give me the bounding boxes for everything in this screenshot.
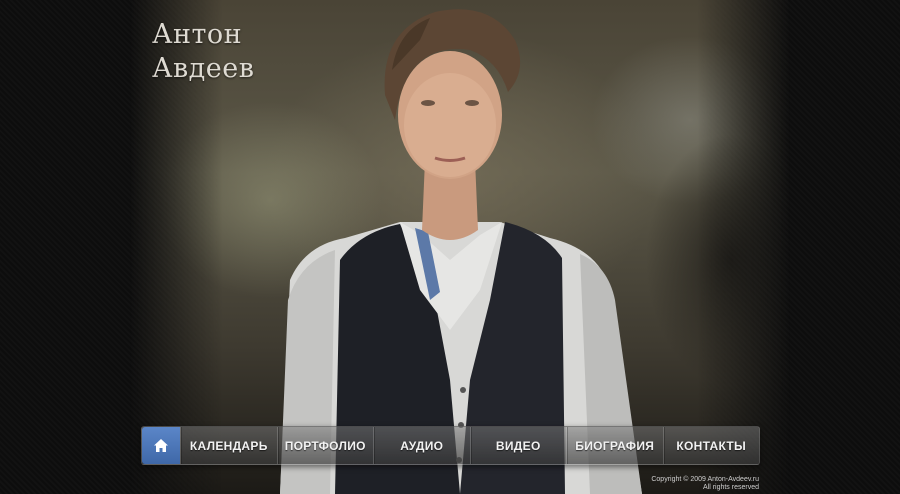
site-title-last-name: Авдеев bbox=[152, 53, 255, 84]
site-title[interactable]: Антон Авдеев bbox=[152, 18, 254, 86]
nav-item-calendar[interactable]: КАЛЕНДАРЬ bbox=[180, 427, 277, 464]
nav-item-audio[interactable]: АУДИО bbox=[373, 427, 470, 464]
copyright-line: Copyright © 2009 Anton-Avdeev.ru bbox=[651, 476, 759, 483]
rights-line: All rights reserved bbox=[702, 484, 759, 491]
main-navigation: КАЛЕНДАРЬ ПОРТФОЛИО АУДИО ВИДЕО БИОГРАФИ… bbox=[141, 426, 760, 465]
page: Антон Авдеев КАЛЕНДАРЬ ПОРТФОЛИО АУДИО В… bbox=[0, 0, 900, 494]
nav-item-contacts[interactable]: КОНТАКТЫ bbox=[662, 427, 760, 464]
nav-item-biography[interactable]: БИОГРАФИЯ bbox=[566, 427, 663, 464]
nav-item-portfolio[interactable]: ПОРТФОЛИО bbox=[276, 427, 374, 464]
nav-home-button[interactable] bbox=[142, 427, 180, 464]
site-title-first-name: Антон bbox=[152, 19, 243, 50]
nav-item-video[interactable]: ВИДЕО bbox=[469, 427, 567, 464]
home-icon bbox=[154, 439, 168, 452]
copyright-notice: Copyright © 2009 Anton-Avdeev.ru All rig… bbox=[651, 476, 759, 492]
